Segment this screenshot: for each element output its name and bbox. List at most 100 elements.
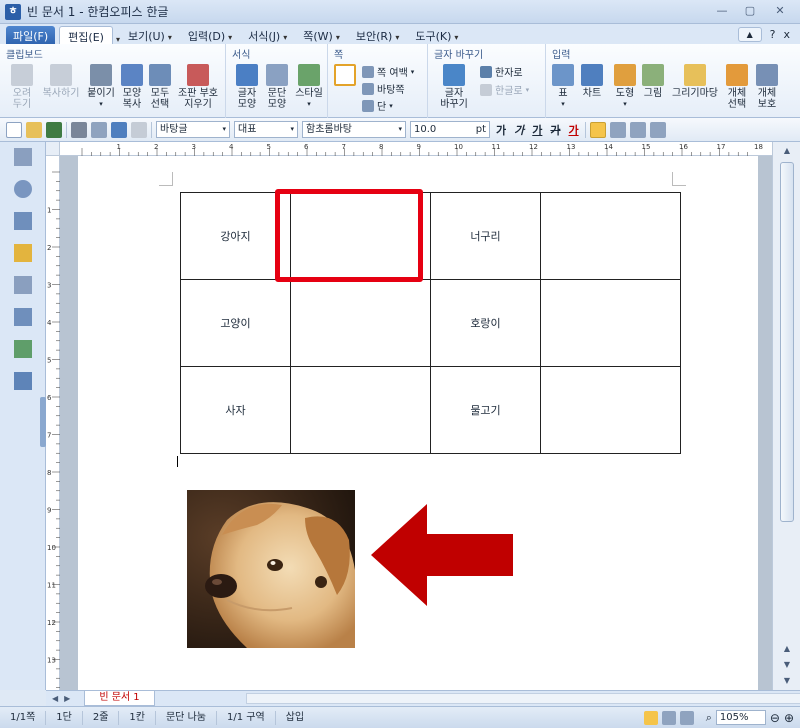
hanja-button[interactable]: 한자로 bbox=[480, 64, 523, 79]
table-cell[interactable] bbox=[540, 366, 681, 454]
table-cell[interactable]: 사자 bbox=[180, 366, 291, 454]
bold-button[interactable]: 가 bbox=[494, 122, 508, 138]
help-circle-icon[interactable] bbox=[14, 180, 32, 198]
table-button[interactable]: 표 ▾ bbox=[552, 64, 574, 110]
status-mode[interactable]: 삽입 bbox=[276, 711, 314, 725]
char-shape-button[interactable]: 글자 모양 bbox=[232, 64, 262, 110]
object-protect-button[interactable]: 개체 보호 bbox=[752, 64, 782, 110]
zoom-select[interactable]: 105% bbox=[715, 710, 766, 725]
redo-icon[interactable] bbox=[131, 121, 147, 138]
object-select-button[interactable]: 개체 선택 bbox=[724, 64, 750, 110]
table-cell[interactable]: 강아지 bbox=[180, 192, 291, 280]
background-button[interactable]: 바탕쪽 bbox=[362, 81, 405, 96]
zoom-out-icon[interactable]: ⊖ bbox=[770, 711, 780, 725]
tab-nav-right-icon[interactable]: ▶ bbox=[64, 694, 70, 703]
magnifier-icon[interactable]: ⌕ bbox=[706, 711, 712, 725]
vertical-ruler[interactable]: 1 2 3 4 5 6 7 8 9 10 11 12 13 bbox=[46, 156, 60, 690]
paste-button[interactable]: 붙이기 ▾ bbox=[84, 64, 118, 110]
style-select[interactable]: 바탕글 ▾ bbox=[156, 121, 230, 138]
table-cell[interactable]: 물고기 bbox=[430, 366, 541, 454]
align-center-icon[interactable] bbox=[629, 121, 646, 138]
close-doc-icon[interactable]: x bbox=[783, 28, 790, 41]
full-page-view-icon[interactable] bbox=[661, 710, 676, 725]
collapse-ribbon-button[interactable]: ▲ bbox=[737, 27, 762, 42]
close-button[interactable]: ✕ bbox=[766, 3, 794, 20]
web-view-icon[interactable] bbox=[679, 710, 694, 725]
page-down-icon[interactable]: ▼ bbox=[780, 658, 794, 672]
normal-view-icon[interactable] bbox=[643, 710, 658, 725]
horizontal-scrollbar[interactable] bbox=[246, 693, 800, 704]
shape-button[interactable]: 도형 ▾ bbox=[612, 64, 638, 110]
table-cell[interactable]: 고양이 bbox=[180, 279, 291, 367]
hwp-app-icon[interactable]: ㅎ bbox=[5, 3, 21, 20]
gallery-icon[interactable] bbox=[14, 340, 32, 358]
align-left-icon[interactable] bbox=[609, 121, 626, 138]
document-page[interactable]: 강아지 너구리 고양이 호랑이 사자 물고기 bbox=[78, 156, 758, 690]
chart-button[interactable]: 차트 bbox=[578, 64, 606, 99]
undo-icon[interactable] bbox=[111, 121, 127, 138]
lang-select[interactable]: 대표 ▾ bbox=[234, 121, 298, 138]
columns-button[interactable]: 단 ▾ bbox=[362, 98, 393, 113]
scroll-down-icon[interactable]: ▼ bbox=[780, 674, 794, 688]
menu-format[interactable]: 서식(J) ▾ bbox=[240, 26, 295, 44]
italic-button[interactable]: 가 bbox=[512, 122, 526, 138]
list-icon[interactable] bbox=[14, 212, 32, 230]
style-button[interactable]: 스타일 ▾ bbox=[292, 64, 326, 110]
menu-view[interactable]: 보기(U) ▾ bbox=[120, 26, 180, 44]
help-icon[interactable]: ? bbox=[770, 28, 776, 41]
new-doc-icon[interactable] bbox=[6, 121, 22, 138]
document-tab[interactable]: 빈 문서 1 bbox=[84, 691, 155, 706]
scroll-thumb[interactable] bbox=[780, 162, 794, 522]
align-right-icon[interactable] bbox=[649, 121, 666, 138]
menu-page[interactable]: 쪽(W) ▾ bbox=[295, 26, 348, 44]
document-area[interactable]: 강아지 너구리 고양이 호랑이 사자 물고기 bbox=[60, 156, 772, 690]
table-cell[interactable] bbox=[290, 366, 431, 454]
char-change-button[interactable]: 글자 바꾸기 bbox=[434, 64, 474, 110]
menu-tools[interactable]: 도구(K) ▾ bbox=[407, 26, 466, 44]
format-copy-button[interactable]: 모양 복사 bbox=[118, 64, 146, 110]
book-icon[interactable] bbox=[14, 148, 32, 166]
strike-button[interactable]: 가 bbox=[548, 122, 562, 138]
ruler-corner[interactable] bbox=[46, 142, 60, 156]
zoom-in-icon[interactable]: ⊕ bbox=[784, 711, 794, 725]
underline-button[interactable]: 가 bbox=[530, 122, 544, 138]
table-cell[interactable]: 호랑이 bbox=[430, 279, 541, 367]
horizontal-ruler[interactable]: 1 2 3 4 5 6 7 8 9 10 11 12 13 14 15 16 17 18 bbox=[60, 142, 772, 156]
clear-codes-button[interactable]: 조판 부호 지우기 bbox=[174, 64, 222, 110]
page-setup-button[interactable] bbox=[334, 64, 356, 88]
menu-edit[interactable]: 편집(E) bbox=[59, 26, 113, 44]
restore-button[interactable]: ▢ bbox=[738, 3, 762, 20]
menu-insert[interactable]: 입력(D) ▾ bbox=[180, 26, 240, 44]
table-cell[interactable] bbox=[540, 279, 681, 367]
copy-button[interactable]: 복사하기 bbox=[38, 64, 84, 99]
menu-security[interactable]: 보안(R) ▾ bbox=[348, 26, 407, 44]
dog-photo[interactable] bbox=[187, 490, 355, 648]
lightning-icon[interactable] bbox=[14, 244, 32, 262]
page-up-icon[interactable]: ▲ bbox=[780, 642, 794, 656]
open-folder-icon[interactable] bbox=[26, 121, 42, 138]
status-page[interactable]: 1/1쪽 bbox=[0, 710, 47, 725]
print-preview-icon[interactable] bbox=[91, 121, 107, 138]
cut-button[interactable]: 오려 두기 bbox=[6, 64, 38, 110]
table-cell[interactable] bbox=[290, 279, 431, 367]
table-cell[interactable]: 너구리 bbox=[430, 192, 541, 280]
table-cell[interactable] bbox=[540, 192, 681, 280]
hangul-button[interactable]: 한글로 ▾ bbox=[480, 82, 529, 97]
menu-file[interactable]: 파일(F) bbox=[6, 26, 56, 44]
document-table[interactable]: 강아지 너구리 고양이 호랑이 사자 물고기 bbox=[180, 192, 681, 454]
select-all-button[interactable]: 모두 선택 bbox=[146, 64, 174, 110]
para-shape-button[interactable]: 문단 모양 bbox=[262, 64, 292, 110]
print-icon[interactable] bbox=[71, 121, 87, 138]
scroll-up-icon[interactable]: ▲ bbox=[780, 144, 794, 158]
align-justify-icon[interactable] bbox=[589, 121, 606, 138]
text-art-icon[interactable] bbox=[14, 372, 32, 390]
font-select[interactable]: 함초롬바탕 ▾ bbox=[302, 121, 406, 138]
save-icon[interactable] bbox=[46, 121, 62, 138]
margin-button[interactable]: 쪽 여백 ▾ bbox=[362, 64, 414, 79]
status-section[interactable]: 1/1 구역 bbox=[217, 710, 276, 725]
wordart-button[interactable]: 그리기마당 bbox=[668, 64, 722, 99]
picture-button[interactable]: 그림 bbox=[640, 64, 666, 99]
page-icon[interactable] bbox=[14, 276, 32, 294]
minimize-button[interactable]: — bbox=[710, 3, 734, 20]
vertical-scrollbar[interactable]: ▲ ▲ ▼ ▼ bbox=[772, 142, 800, 690]
